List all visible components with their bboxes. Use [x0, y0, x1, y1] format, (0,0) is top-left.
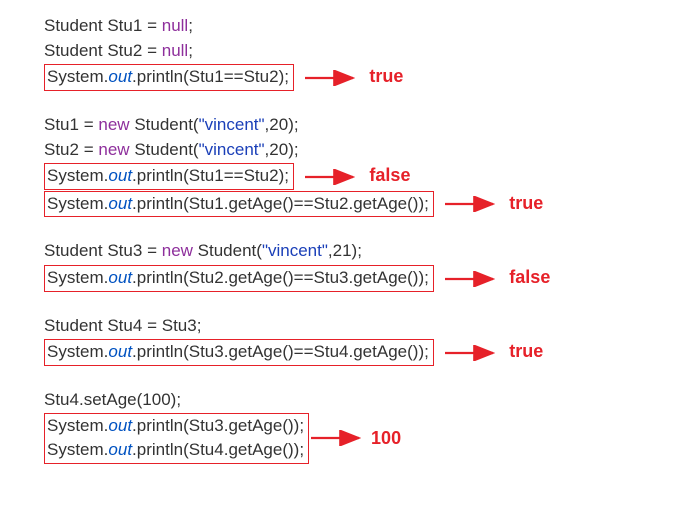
highlight-box: System.out.println(Stu1.getAge()==Stu2.g… — [44, 191, 434, 218]
result-label: false — [369, 165, 410, 185]
line-decl-stu3: Student Stu3 = new Student("vincent",21)… — [44, 239, 693, 264]
highlight-box: System.out.println(Stu3.getAge()); Syste… — [44, 413, 309, 464]
highlight-box: System.out.println(Stu2.getAge()==Stu3.g… — [44, 265, 434, 292]
line-cmp-age-1-2: System.out.println(Stu1.getAge()==Stu2.g… — [44, 190, 693, 218]
result-label: true — [509, 341, 543, 361]
line-new-stu1: Stu1 = new Student("vincent",20); — [44, 113, 693, 138]
line-decl-stu2: Student Stu2 = null; — [44, 39, 693, 64]
line-decl-stu4: Student Stu4 = Stu3; — [44, 314, 693, 339]
arrow-icon — [443, 345, 497, 361]
result-label: false — [509, 267, 550, 287]
highlight-box: System.out.println(Stu1==Stu2); — [44, 64, 294, 91]
arrow-icon — [443, 271, 497, 287]
line-cmp-ref: System.out.println(Stu1==Stu2); false — [44, 162, 693, 190]
highlight-box: System.out.println(Stu3.getAge()==Stu4.g… — [44, 339, 434, 366]
line-cmp-age-3-4: System.out.println(Stu3.getAge()==Stu4.g… — [44, 338, 693, 366]
arrow-icon — [309, 430, 363, 446]
line-cmp-age-2-3: System.out.println(Stu2.getAge()==Stu3.g… — [44, 264, 693, 292]
line-setage: Stu4.setAge(100); — [44, 388, 693, 413]
result-label: true — [369, 66, 403, 86]
line-print-ages: System.out.println(Stu3.getAge()); Syste… — [44, 413, 401, 464]
result-label: 100 — [371, 425, 401, 451]
arrow-icon — [303, 169, 357, 185]
arrow-icon — [303, 70, 357, 86]
result-label: true — [509, 193, 543, 213]
highlight-box: System.out.println(Stu1==Stu2); — [44, 163, 294, 190]
line-decl-stu1: Student Stu1 = null; — [44, 14, 693, 39]
line-cmp-null: System.out.println(Stu1==Stu2); true — [44, 63, 693, 91]
arrow-icon — [443, 196, 497, 212]
line-new-stu2: Stu2 = new Student("vincent",20); — [44, 138, 693, 163]
